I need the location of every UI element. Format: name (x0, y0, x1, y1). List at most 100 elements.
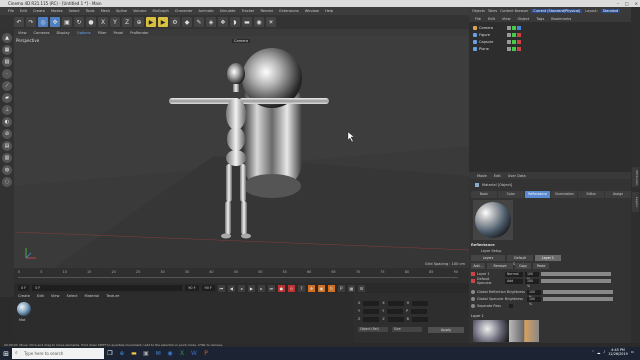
vp-menu-view[interactable]: View (18, 31, 27, 35)
end-frame-field[interactable]: 90 F (185, 285, 199, 291)
viewport-camera-label[interactable]: Camera (232, 39, 251, 43)
menu-item-help[interactable]: Help (325, 9, 333, 13)
default-specular-button[interactable]: Default Specular (507, 255, 533, 266)
coord-size-z-field[interactable] (387, 317, 404, 322)
scale-key-icon[interactable]: ▣ (317, 284, 325, 292)
layer-slider[interactable] (541, 279, 611, 283)
vp-menu-prorender[interactable]: ProRender (130, 31, 149, 35)
layer-value-field[interactable]: 100 % (525, 271, 539, 281)
menu-item-window[interactable]: Window (305, 9, 319, 13)
z-axis-button[interactable]: Z (122, 17, 132, 27)
sculpt-icon[interactable]: ◌ (2, 177, 12, 187)
y-axis-button[interactable]: Y (110, 17, 120, 27)
remove-layer-button[interactable]: Remove (487, 263, 513, 269)
radio-icon[interactable] (471, 304, 475, 308)
render-settings-icon[interactable]: ⚙ (170, 17, 180, 27)
rotate-tool-icon[interactable]: ↻ (74, 17, 84, 27)
radio-icon[interactable] (471, 297, 475, 301)
scale-tool-icon[interactable]: ▣ (62, 17, 72, 27)
axis-mode-icon[interactable]: ⊥ (2, 105, 12, 115)
menu-item-modes[interactable]: Modes (51, 9, 63, 13)
vp-menu-options[interactable]: Options (77, 31, 91, 35)
menu-item-spline[interactable]: Spline (116, 9, 127, 13)
coord-size-y-field[interactable] (387, 309, 404, 314)
material-name[interactable]: Mat (19, 318, 25, 322)
mat-menu-view[interactable]: View (51, 294, 60, 298)
coord-rot-h-field[interactable] (412, 301, 429, 306)
layer-row-default-specular[interactable]: Default Specular Add 100 % (471, 277, 626, 288)
snap-icon[interactable]: ⊘ (2, 129, 12, 139)
pen-icon[interactable]: ✎ (194, 17, 204, 27)
make-editable-icon[interactable]: ▲ (2, 33, 12, 43)
copy-layer-button[interactable]: Copy (515, 263, 531, 269)
coord-rot-p-field[interactable] (411, 309, 428, 314)
menu-item-tracker[interactable]: Tracker (242, 9, 255, 13)
attr-tab-basic[interactable]: Basic (471, 191, 497, 198)
menu-item-file[interactable]: File (8, 9, 14, 13)
global-specular-field[interactable]: 100 % (527, 296, 541, 306)
coord-size-dropdown[interactable]: Size (392, 327, 422, 332)
file-explorer-icon[interactable]: ▬ (128, 347, 140, 360)
coord-pos-x-field[interactable] (363, 301, 380, 306)
attr-tab-color[interactable]: Color (497, 191, 524, 198)
coord-pos-y-field[interactable] (363, 309, 380, 314)
lock-workplane-icon[interactable]: ▤ (2, 141, 12, 151)
floor-icon[interactable]: ▬ (242, 17, 252, 27)
record-icon[interactable]: ● (277, 284, 285, 292)
coord-mode-dropdown[interactable]: Object (Rel) (358, 327, 388, 332)
mat-menu-select[interactable]: Select (66, 294, 77, 298)
layer-value-field[interactable]: 100 % (525, 278, 539, 288)
cinema4d-taskbar-icon[interactable]: ◉ (164, 347, 176, 360)
vp-menu-filter[interactable]: Filter (98, 31, 107, 35)
menu-item-extensions[interactable]: Extensions (279, 9, 299, 13)
object-row-plane[interactable]: Plane (473, 46, 623, 52)
task-view-icon[interactable]: ❐ (104, 347, 116, 360)
object-row-capsule[interactable]: Capsule (473, 39, 623, 45)
bend-icon[interactable]: ◗ (230, 17, 240, 27)
global-reflection-slider[interactable] (543, 290, 613, 294)
obj-menu-tags[interactable]: Tags (536, 17, 544, 21)
volume-icon[interactable]: ♪ (603, 350, 605, 354)
menu-item-animate[interactable]: Animate (199, 9, 214, 13)
timeline-ruler[interactable]: 0 5 10 15 20 25 30 35 40 45 50 55 60 65 70 75 80 85 90 (18, 270, 458, 278)
points-mode-icon[interactable]: · (2, 69, 12, 79)
tab-content-browser[interactable]: Content Browser (500, 9, 528, 13)
auto-key-icon[interactable]: ⊙ (287, 284, 295, 292)
obj-menu-bookmarks[interactable]: Bookmarks (551, 17, 571, 21)
end-frame-field-2[interactable]: 90 F (201, 285, 215, 291)
mat-menu-material[interactable]: Material (85, 294, 100, 298)
mat-menu-create[interactable]: Create (18, 294, 30, 298)
menu-item-volume[interactable]: Volume (133, 9, 146, 13)
menu-item-create[interactable]: Create (33, 9, 45, 13)
word-icon[interactable]: W (188, 347, 200, 360)
network-icon[interactable]: ▂ (597, 350, 600, 354)
tab-objects[interactable]: Objects (472, 9, 485, 13)
store-icon[interactable]: ▣ (140, 347, 152, 360)
live-select-icon[interactable]: ◎ (38, 17, 48, 27)
coord-pos-z-field[interactable] (363, 317, 380, 322)
cube-icon[interactable]: ◆ (182, 17, 192, 27)
goto-start-icon[interactable]: ⏮ (217, 284, 225, 292)
start-frame-field[interactable]: 0 F (32, 285, 183, 291)
solo-icon[interactable]: ◍ (2, 165, 12, 175)
prev-frame-icon[interactable]: ◂ (237, 284, 245, 292)
object-row-figure[interactable]: Figure (473, 32, 623, 38)
3d-viewport[interactable]: Perspective Camera Grid Spacing : 100 cm (14, 36, 469, 268)
workplane-icon[interactable]: ▧ (2, 57, 12, 67)
excel-icon[interactable]: X (176, 347, 188, 360)
apply-button[interactable]: Apply (428, 327, 464, 333)
obj-menu-file[interactable]: File (475, 17, 481, 21)
object-row-camera[interactable]: Camera (473, 25, 623, 31)
timeline-menu-icon[interactable]: ☰ (357, 284, 365, 292)
powerpoint-icon[interactable]: P (200, 347, 212, 360)
tray-chevron-icon[interactable]: ⌃ (592, 350, 595, 354)
side-tab-layers[interactable]: Layers (632, 192, 639, 212)
attr-menu-userdata[interactable]: User Data (508, 174, 526, 178)
tweak-mode-icon[interactable]: ◐ (2, 117, 12, 127)
edge-icon[interactable]: e (116, 347, 128, 360)
maximize-button[interactable]: □ (625, 0, 629, 7)
next-frame-icon[interactable]: ▸ (257, 284, 265, 292)
global-specular-slider[interactable] (543, 297, 613, 301)
coord-size-x-field[interactable] (387, 301, 404, 306)
paste-layer-button[interactable]: Paste (533, 263, 549, 269)
